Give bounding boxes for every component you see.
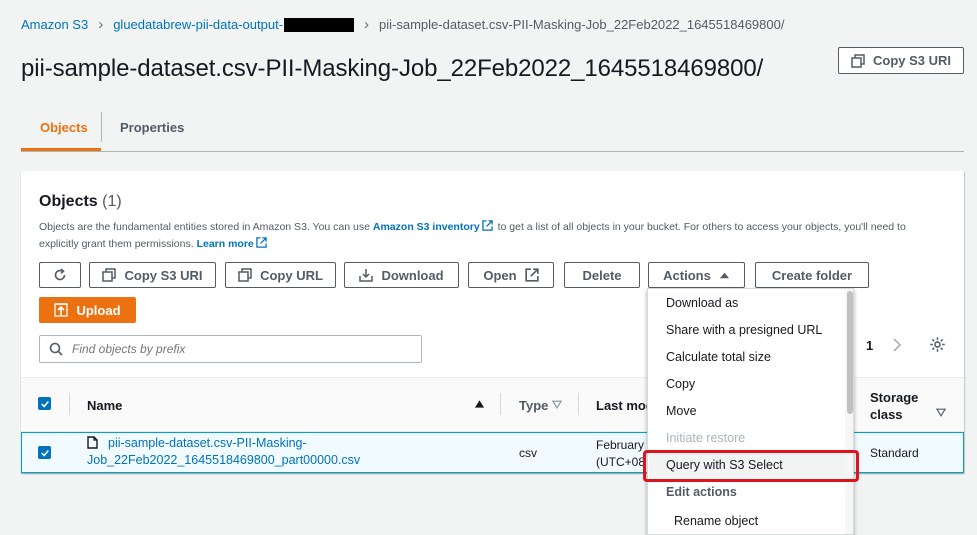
tab-bar: Objects Properties [21, 104, 964, 152]
chevron-right-icon[interactable] [889, 336, 905, 354]
chevron-right-icon: › [98, 16, 104, 33]
external-link-icon [256, 237, 267, 248]
create-folder-button[interactable]: Create folder [755, 262, 869, 288]
redaction-bar [284, 17, 355, 32]
tab-properties[interactable]: Properties [120, 120, 184, 135]
copy-s3-uri-header-button[interactable]: Copy S3 URI [838, 47, 964, 74]
actions-label: Actions [663, 267, 711, 283]
column-divider [500, 393, 501, 415]
object-name-link[interactable]: pii-sample-dataset.csv-PII-Masking- Job_… [87, 435, 360, 469]
gear-icon[interactable] [929, 336, 946, 353]
caret-up-icon [719, 272, 729, 278]
objects-description: Objects are the fundamental entities sto… [39, 219, 939, 253]
checkmark-icon [40, 400, 49, 408]
desc-text-1: Objects are the fundamental entities sto… [39, 221, 373, 233]
objects-panel-title: Objects (1) [39, 193, 122, 211]
object-name-line2: Job_22Feb2022_1645518469800_part00000.cs… [87, 453, 361, 467]
object-type: csv [519, 446, 537, 460]
column-divider [69, 393, 70, 415]
search-icon [49, 342, 63, 356]
checkmark-icon [40, 449, 49, 457]
open-label: Open [483, 267, 517, 283]
object-storage-class: Standard [870, 446, 919, 460]
refresh-button[interactable] [39, 262, 81, 288]
breadcrumb: Amazon S3 › gluedatabrew-pii-data-output… [21, 16, 784, 33]
menu-item-rename-object[interactable]: Rename object [674, 514, 758, 528]
object-name-line1: pii-sample-dataset.csv-PII-Masking- [108, 436, 307, 450]
copy-icon [238, 268, 252, 282]
sort-ascending-icon[interactable] [474, 399, 485, 409]
delete-button[interactable]: Delete [564, 262, 640, 288]
column-header-storage-class[interactable]: Storage class [870, 389, 918, 423]
copy-s3-uri-button[interactable]: Copy S3 URI [89, 262, 216, 288]
download-label: Download [381, 267, 444, 283]
column-header-name[interactable]: Name [87, 398, 122, 413]
row-checkbox[interactable] [38, 446, 51, 459]
external-link-icon [524, 268, 539, 282]
sort-icon[interactable] [552, 400, 562, 409]
object-last-modified: February (UTC+08 [596, 437, 645, 471]
actions-menu: Download as Share with a presigned URL C… [647, 288, 854, 535]
copy-url-button[interactable]: Copy URL [225, 262, 336, 288]
copy-s3-uri-label: Copy S3 URI [124, 267, 203, 283]
upload-button[interactable]: Upload [39, 297, 136, 323]
upload-label: Upload [76, 302, 121, 318]
delete-label: Delete [582, 267, 622, 283]
last-modified-line1: February [596, 438, 645, 452]
copy-s3-uri-label: Copy S3 URI [872, 53, 951, 68]
download-button[interactable]: Download [344, 262, 459, 288]
menu-item-download-as[interactable]: Download as [666, 296, 738, 310]
page-number[interactable]: 1 [866, 338, 873, 353]
copy-icon [102, 268, 117, 282]
learn-more-link[interactable]: Learn more [197, 238, 254, 250]
search-box [39, 335, 422, 363]
tab-objects[interactable]: Objects [21, 112, 101, 151]
column-header-type[interactable]: Type [519, 398, 548, 413]
create-folder-label: Create folder [771, 267, 853, 283]
inventory-link[interactable]: Amazon S3 inventory [373, 221, 480, 233]
annotation-highlight-box [643, 450, 859, 482]
menu-item-copy[interactable]: Copy [666, 377, 695, 391]
breadcrumb-amazon-s3[interactable]: Amazon S3 [21, 17, 88, 32]
select-all-checkbox[interactable] [38, 397, 51, 410]
column-header-last-modified[interactable]: Last mod [596, 398, 654, 413]
copy-url-label: Copy URL [260, 267, 323, 283]
menu-item-calculate-total-size[interactable]: Calculate total size [666, 350, 771, 364]
objects-title-text: Objects [39, 193, 98, 210]
open-button[interactable]: Open [468, 262, 554, 288]
external-link-icon [481, 220, 493, 231]
column-divider [578, 393, 579, 415]
page-title: pii-sample-dataset.csv-PII-Masking-Job_2… [21, 55, 764, 82]
objects-count: (1) [102, 193, 122, 210]
chevron-right-icon: › [364, 16, 370, 33]
copy-icon [851, 53, 865, 68]
sort-icon[interactable] [936, 408, 946, 417]
menu-scrollbar-thumb[interactable] [847, 291, 853, 414]
refresh-icon [54, 268, 66, 281]
storage-label-line2: class [870, 407, 903, 422]
search-input[interactable] [72, 342, 392, 356]
upload-icon [54, 303, 69, 317]
menu-item-move[interactable]: Move [666, 404, 697, 418]
actions-dropdown-button[interactable]: Actions [648, 262, 745, 288]
storage-label-line1: Storage [870, 390, 919, 405]
menu-group-edit-actions: Edit actions [666, 485, 737, 499]
menu-item-share-presigned-url[interactable]: Share with a presigned URL [666, 323, 822, 337]
tab-divider [101, 112, 102, 142]
menu-item-initiate-restore: Initiate restore [666, 431, 746, 445]
breadcrumb-current: pii-sample-dataset.csv-PII-Masking-Job_2… [379, 17, 785, 32]
last-modified-line2: (UTC+08 [596, 455, 646, 469]
breadcrumb-bucket[interactable]: gluedatabrew-pii-data-output- [113, 17, 283, 32]
download-icon [359, 269, 374, 282]
